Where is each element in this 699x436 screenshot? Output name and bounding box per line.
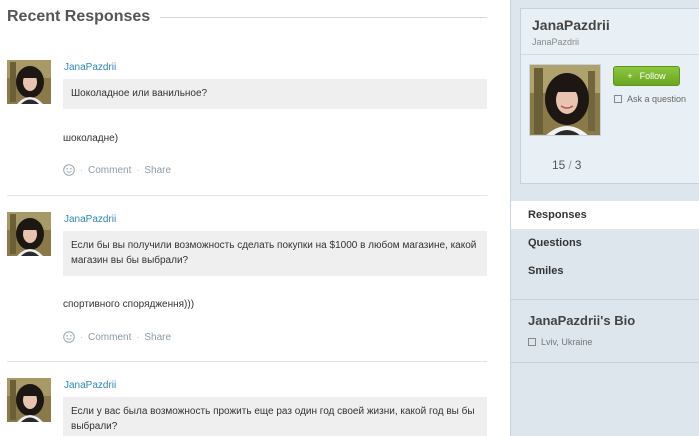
count-b[interactable]: 3 xyxy=(575,158,582,172)
avatar[interactable] xyxy=(7,212,51,256)
follow-label: Follow xyxy=(639,71,666,81)
sidebar-divider xyxy=(511,362,699,363)
smile-icon[interactable] xyxy=(63,331,75,343)
sidebar: JanaPazdrii JanaPazdrii + Follow Ask a q… xyxy=(510,0,699,436)
nav-smiles[interactable]: Smiles xyxy=(511,257,699,285)
comment-link[interactable]: Comment xyxy=(88,165,131,176)
smile-icon[interactable] xyxy=(63,164,75,176)
share-link[interactable]: Share xyxy=(144,165,171,176)
profile-name[interactable]: JanaPazdrii xyxy=(532,17,610,33)
ask-label: Ask a question xyxy=(627,94,687,104)
avatar[interactable] xyxy=(7,60,51,104)
page-title: Recent Responses xyxy=(7,8,151,25)
profile-card: JanaPazdrii JanaPazdrii + Follow Ask a q… xyxy=(520,8,699,184)
separator-dot: · xyxy=(80,165,83,175)
profile-avatar[interactable] xyxy=(529,64,601,136)
question-text[interactable]: Если бы вы получили возможность сделать … xyxy=(63,231,487,276)
main-column: Recent Responses JanaPazdrii Шоколадное … xyxy=(0,0,510,436)
username-link[interactable]: JanaPazdrii xyxy=(64,214,116,225)
response-divider xyxy=(7,361,487,362)
answer-text: спортивного спорядження))) xyxy=(63,299,195,310)
follow-button[interactable]: + Follow xyxy=(613,66,680,86)
count-separator: / xyxy=(568,158,572,172)
separator-dot: · xyxy=(136,332,140,342)
username-link[interactable]: JanaPazdrii xyxy=(64,380,116,391)
stats-counts: 15/3 xyxy=(552,158,581,172)
plus-icon: + xyxy=(627,71,633,81)
bio-location: Lviv, Ukraine xyxy=(528,337,592,347)
share-link[interactable]: Share xyxy=(144,332,171,343)
nav-questions[interactable]: Questions xyxy=(511,229,699,257)
sidebar-divider xyxy=(511,299,699,300)
nav-responses[interactable]: Responses xyxy=(511,201,699,229)
location-icon xyxy=(528,338,536,346)
title-divider xyxy=(160,17,487,18)
answer-text: шоколадне) xyxy=(63,133,119,144)
separator-dot: · xyxy=(136,165,140,175)
response-actions: · Comment · Share xyxy=(63,164,171,176)
count-a[interactable]: 15 xyxy=(552,158,565,172)
separator-dot: · xyxy=(80,332,83,342)
ask-icon xyxy=(614,95,622,103)
card-divider xyxy=(521,54,699,55)
profile-handle: JanaPazdrii xyxy=(532,37,580,47)
bio-title: JanaPazdrii's Bio xyxy=(528,313,636,328)
ask-question-link[interactable]: Ask a question xyxy=(614,94,686,104)
username-link[interactable]: JanaPazdrii xyxy=(64,62,116,73)
question-text[interactable]: Если у вас была возможность прожить еще … xyxy=(63,397,487,436)
location-text: Lviv, Ukraine xyxy=(541,337,593,347)
question-text[interactable]: Шоколадное или ванильное? xyxy=(63,79,487,109)
avatar[interactable] xyxy=(7,378,51,422)
response-divider xyxy=(7,195,487,196)
response-actions: · Comment · Share xyxy=(63,331,171,343)
comment-link[interactable]: Comment xyxy=(88,332,131,343)
